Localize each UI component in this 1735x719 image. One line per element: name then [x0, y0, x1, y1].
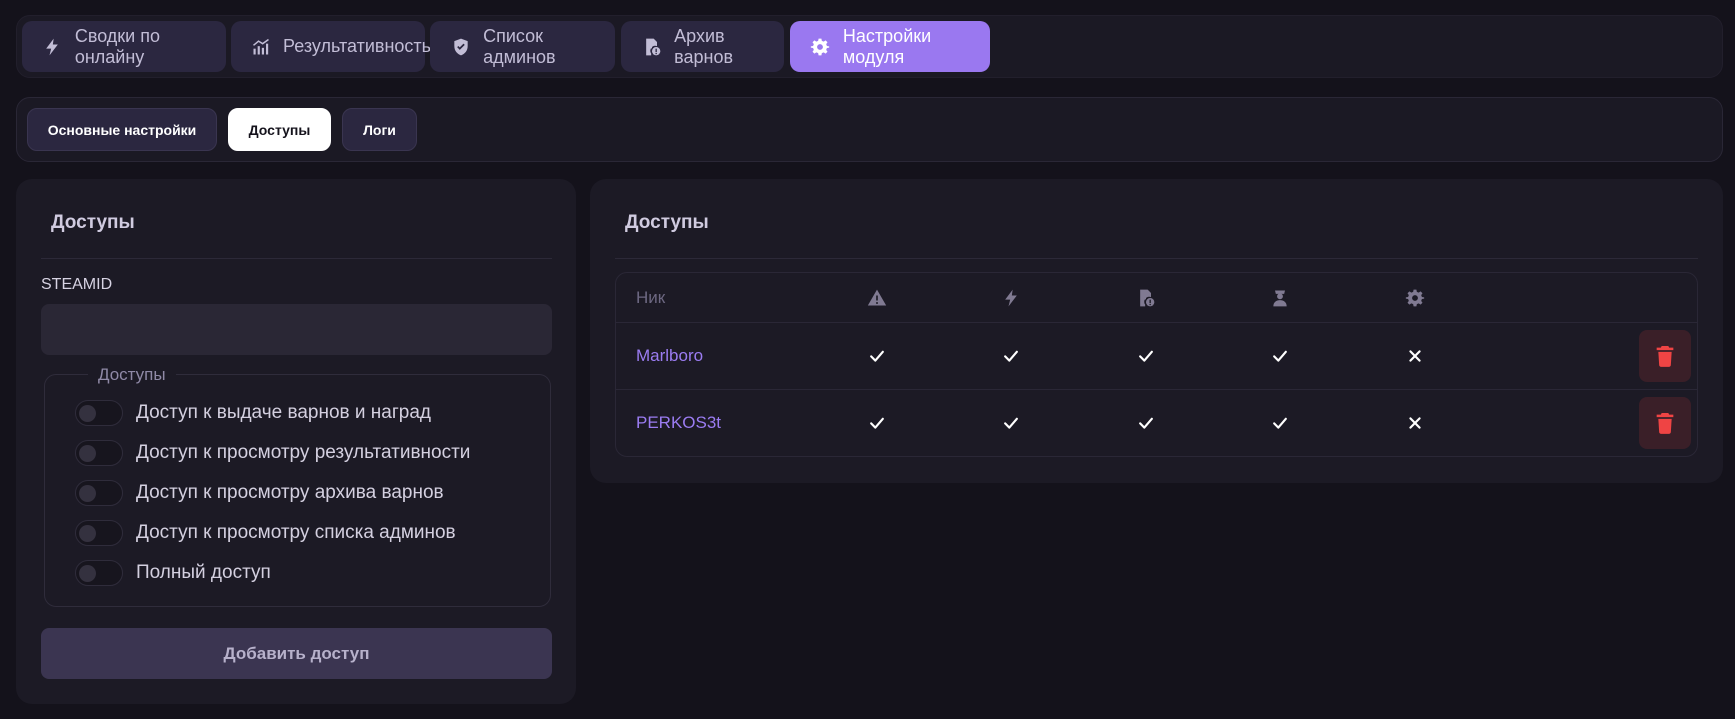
tab-label: Архив варнов [674, 25, 734, 67]
gear-icon [810, 36, 831, 58]
check-icon [996, 390, 1026, 456]
tab-label: Сводки по онлайну [74, 25, 160, 67]
tab-warn-archive[interactable]: Архив варнов [621, 21, 784, 72]
steamid-input[interactable] [41, 304, 552, 355]
toggle-knob [79, 445, 96, 462]
cross-icon [1400, 390, 1430, 456]
divider [615, 258, 1698, 259]
add-access-button[interactable]: Добавить доступ [41, 628, 552, 679]
subtab-label: Доступы [248, 121, 311, 138]
trash-icon [1656, 413, 1674, 434]
permission-label: Доступ к выдаче варнов и наград [136, 402, 432, 423]
permission-row: Полный доступ [75, 560, 271, 586]
permission-toggle[interactable] [75, 520, 123, 546]
toggle-knob [79, 525, 96, 542]
subtab-label: Основные настройки [47, 121, 197, 138]
nick-link[interactable]: PERKOS3t [636, 390, 721, 456]
check-icon [1131, 323, 1161, 389]
nick-link[interactable]: Marlboro [636, 323, 703, 389]
permission-label: Доступ к просмотру архива варнов [136, 482, 444, 503]
access-table: Ник Marlboro PERKOS3t [615, 272, 1698, 457]
bolt-icon [42, 36, 63, 58]
warning-icon [862, 273, 892, 322]
access-list-panel: Доступы Ник Marlboro PERKOS3t [590, 179, 1723, 483]
subtab-access[interactable]: Доступы [228, 108, 331, 151]
add-access-panel: Доступы STEAMID Доступы Доступ к выдаче … [16, 179, 576, 704]
table-header: Ник [616, 273, 1697, 322]
delete-button[interactable] [1639, 330, 1691, 382]
delete-button[interactable] [1639, 397, 1691, 449]
bolt-icon [996, 273, 1026, 322]
check-icon [996, 323, 1026, 389]
sub-nav: Основные настройки Доступы Логи [16, 97, 1723, 162]
tab-performance[interactable]: Результативность [231, 21, 431, 72]
admin-icon [1265, 273, 1295, 322]
tab-label: Настройки модуля [842, 25, 932, 67]
gear-icon [1400, 273, 1430, 322]
tab-label: Список админов [483, 25, 556, 67]
tab-label: Результативность [283, 36, 432, 56]
toggle-knob [79, 405, 96, 422]
permission-row: Доступ к просмотру списка админов [75, 520, 456, 546]
toggle-knob [79, 565, 96, 582]
check-icon [862, 390, 892, 456]
tab-admin-list[interactable]: Список админов [430, 21, 615, 72]
tab-online-summary[interactable]: Сводки по онлайну [22, 21, 226, 72]
check-icon [1265, 390, 1295, 456]
permission-label: Полный доступ [136, 562, 271, 583]
panel-title: Доступы [625, 212, 709, 233]
main-nav: Сводки по онлайну Результативность Списо… [16, 15, 1723, 78]
column-nick-header: Ник [636, 287, 666, 307]
steamid-label: STEAMID [41, 276, 113, 293]
permission-row: Доступ к выдаче варнов и наград [75, 400, 431, 426]
table-row: Marlboro [616, 322, 1697, 389]
permission-row: Доступ к просмотру результативности [75, 440, 470, 466]
permissions-fieldset: Доступы Доступ к выдаче варнов и наград … [44, 365, 551, 607]
subtab-logs[interactable]: Логи [342, 108, 417, 151]
permission-toggle[interactable] [75, 560, 123, 586]
permission-label: Доступ к просмотру результативности [136, 442, 471, 463]
archive-icon [641, 36, 662, 58]
subtab-label: Логи [363, 121, 396, 138]
tab-module-settings[interactable]: Настройки модуля [790, 21, 990, 72]
check-icon [862, 323, 892, 389]
check-icon [1131, 390, 1161, 456]
permission-toggle[interactable] [75, 480, 123, 506]
shield-icon [450, 36, 471, 58]
permission-toggle[interactable] [75, 440, 123, 466]
trash-icon [1656, 346, 1674, 367]
permission-row: Доступ к просмотру архива варнов [75, 480, 444, 506]
panel-title: Доступы [51, 212, 135, 233]
permission-toggle[interactable] [75, 400, 123, 426]
toggle-knob [79, 485, 96, 502]
permission-label: Доступ к просмотру списка админов [136, 522, 456, 543]
cross-icon [1400, 323, 1430, 389]
fieldset-legend: Доступы [88, 365, 176, 385]
check-icon [1265, 323, 1295, 389]
subtab-main-settings[interactable]: Основные настройки [27, 108, 217, 151]
archive-icon [1131, 273, 1161, 322]
divider [41, 258, 552, 259]
table-row: PERKOS3t [616, 389, 1697, 456]
chart-icon [251, 36, 271, 58]
